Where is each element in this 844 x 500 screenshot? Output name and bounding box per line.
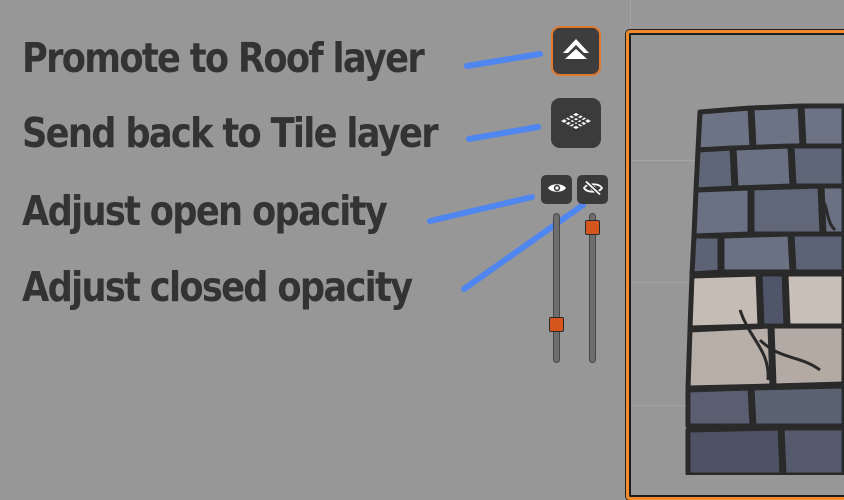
slider-track xyxy=(553,213,560,363)
roof-icon xyxy=(561,37,591,65)
callout-line-promote xyxy=(464,51,543,69)
eye-slash-icon xyxy=(582,179,603,200)
slider-handle[interactable] xyxy=(585,219,600,235)
open-opacity-button[interactable] xyxy=(541,175,572,204)
promote-to-roof-button[interactable] xyxy=(551,26,601,76)
open-opacity-slider[interactable] xyxy=(549,213,564,363)
callout-line-closed xyxy=(461,202,586,292)
slider-track xyxy=(589,213,596,363)
closed-opacity-slider[interactable] xyxy=(585,213,600,363)
callout-line-send-back xyxy=(466,124,541,142)
slider-handle[interactable] xyxy=(549,316,564,332)
closed-opacity-button[interactable] xyxy=(577,175,608,204)
eye-icon xyxy=(547,180,567,199)
callout-lines xyxy=(427,51,586,292)
tile-layer-icon xyxy=(560,112,592,134)
send-to-tile-button[interactable] xyxy=(551,98,601,148)
callout-line-open xyxy=(427,194,535,224)
